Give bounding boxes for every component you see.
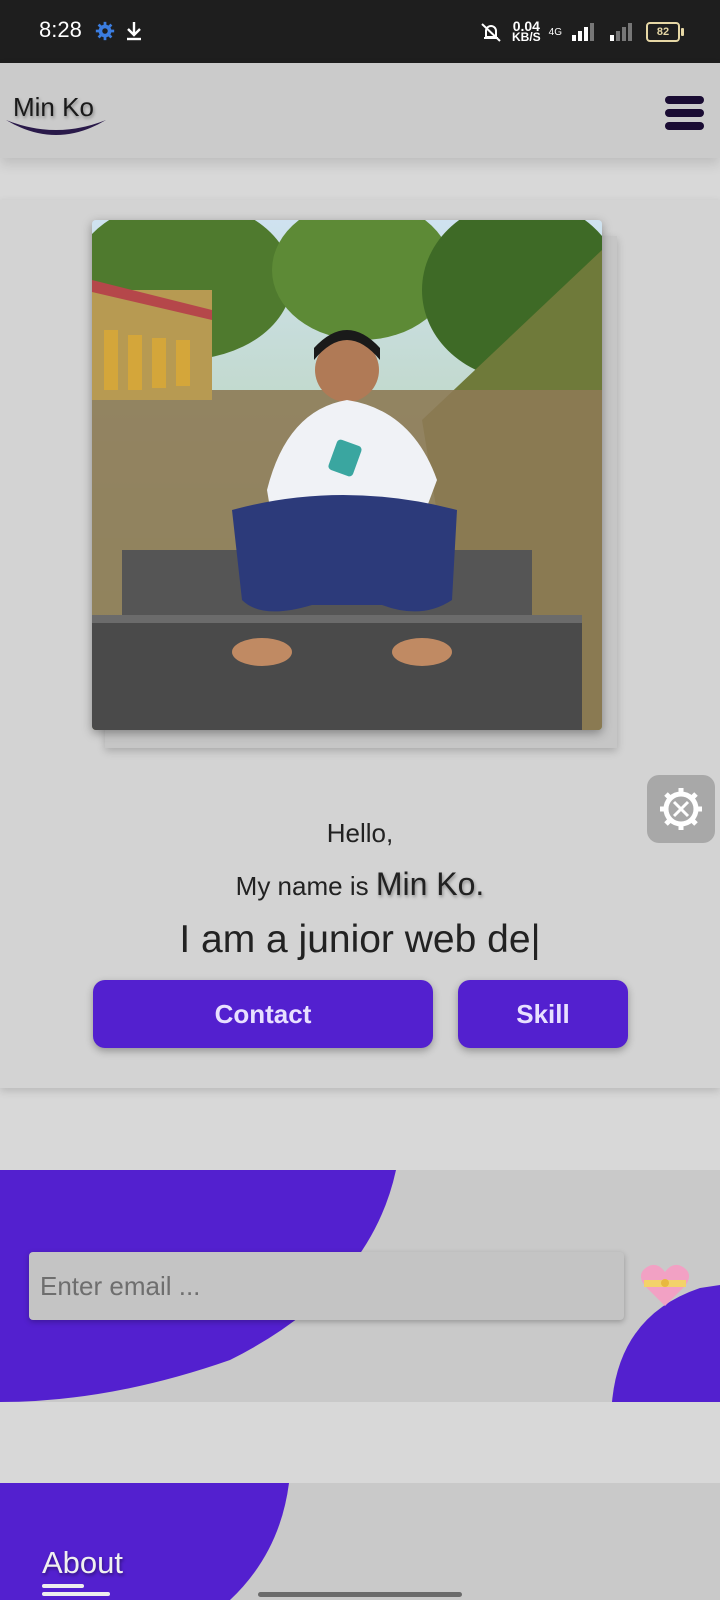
menu-button[interactable] — [665, 96, 704, 130]
network-type: 4G — [548, 26, 562, 38]
skill-button[interactable]: Skill — [458, 980, 628, 1048]
hero-intro-prefix: My name is — [235, 871, 369, 901]
hero-intro: My name is Min Ko. — [0, 866, 720, 903]
about-section-blob-decoration — [0, 1483, 289, 1600]
status-bar: 8:28 0.04 KB/S 4G 82 — [0, 0, 720, 63]
heart-gift-icon[interactable] — [640, 1262, 690, 1308]
email-input[interactable] — [29, 1252, 624, 1320]
typing-text: I am a junior web de| — [179, 918, 541, 961]
status-time: 8:28 — [39, 17, 82, 42]
settings-notification-icon — [95, 21, 115, 41]
hamburger-icon-bar — [665, 122, 704, 130]
signal-roaming-icon — [610, 23, 632, 41]
battery-indicator: 82 — [646, 22, 684, 42]
about-underline — [42, 1584, 84, 1588]
signal-icon — [572, 23, 594, 41]
about-section — [0, 1483, 720, 1600]
network-speed-unit: KB/S — [511, 30, 541, 44]
profile-photo-image — [92, 220, 602, 730]
about-underline — [42, 1592, 110, 1596]
download-icon — [127, 22, 141, 41]
mute-bell-icon — [481, 23, 501, 42]
app-header — [0, 63, 720, 158]
logo-swoosh-decoration — [6, 120, 106, 135]
about-heading: About — [42, 1545, 124, 1580]
contact-button[interactable]: Contact — [93, 980, 433, 1048]
hamburger-icon-bar — [665, 109, 704, 117]
profile-photo — [92, 220, 602, 730]
hero-greeting: Hello, — [326, 818, 394, 848]
network-speed: 0.04 KB/S — [511, 19, 541, 44]
status-right-group: 0.04 KB/S 4G 82 — [478, 14, 684, 50]
hamburger-icon-bar — [665, 96, 704, 104]
home-indicator[interactable] — [258, 1592, 462, 1597]
hero-intro-name: Min Ko. — [375, 866, 485, 902]
